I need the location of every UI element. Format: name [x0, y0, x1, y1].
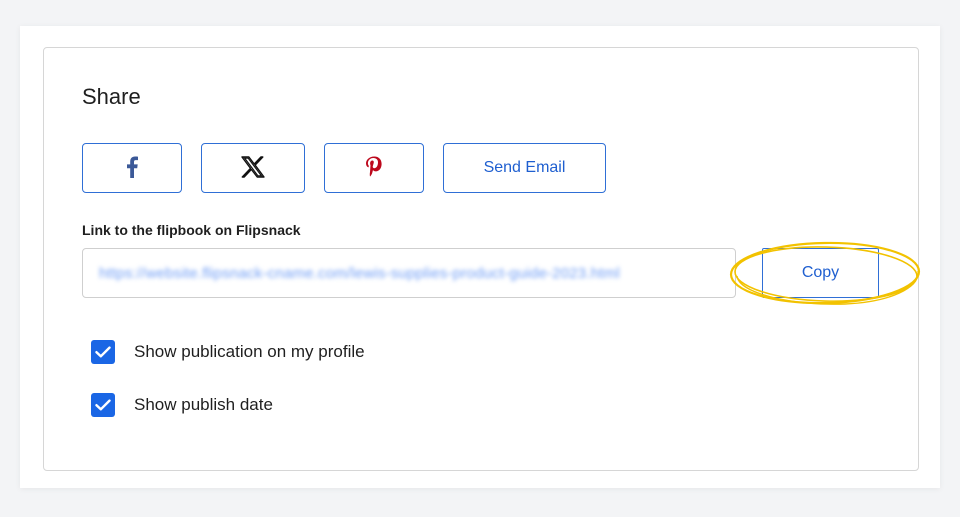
show-on-profile-label: Show publication on my profile [134, 342, 365, 361]
facebook-icon [125, 156, 139, 181]
pinterest-icon [365, 156, 383, 181]
checkmark-icon [95, 399, 111, 411]
show-publish-date-option[interactable]: Show publish date [91, 393, 273, 417]
flipbook-link-field[interactable]: https://website.flipsnack-cname.com/lewi… [82, 248, 736, 298]
x-share-button[interactable] [201, 143, 305, 193]
send-email-label: Send Email [483, 159, 566, 176]
checkmark-icon [95, 346, 111, 358]
x-icon [241, 155, 265, 181]
send-email-button[interactable]: Send Email [443, 143, 606, 193]
share-title: Share [82, 84, 141, 109]
flipbook-link-value: https://website.flipsnack-cname.com/lewi… [99, 264, 620, 282]
facebook-share-button[interactable] [82, 143, 182, 193]
copy-link-button[interactable]: Copy [762, 248, 879, 298]
pinterest-share-button[interactable] [324, 143, 424, 193]
show-on-profile-checkbox[interactable] [91, 340, 115, 364]
show-publish-date-label: Show publish date [134, 395, 273, 414]
link-field-label: Link to the flipbook on Flipsnack [82, 222, 301, 238]
show-publish-date-checkbox[interactable] [91, 393, 115, 417]
show-on-profile-option[interactable]: Show publication on my profile [91, 340, 365, 364]
